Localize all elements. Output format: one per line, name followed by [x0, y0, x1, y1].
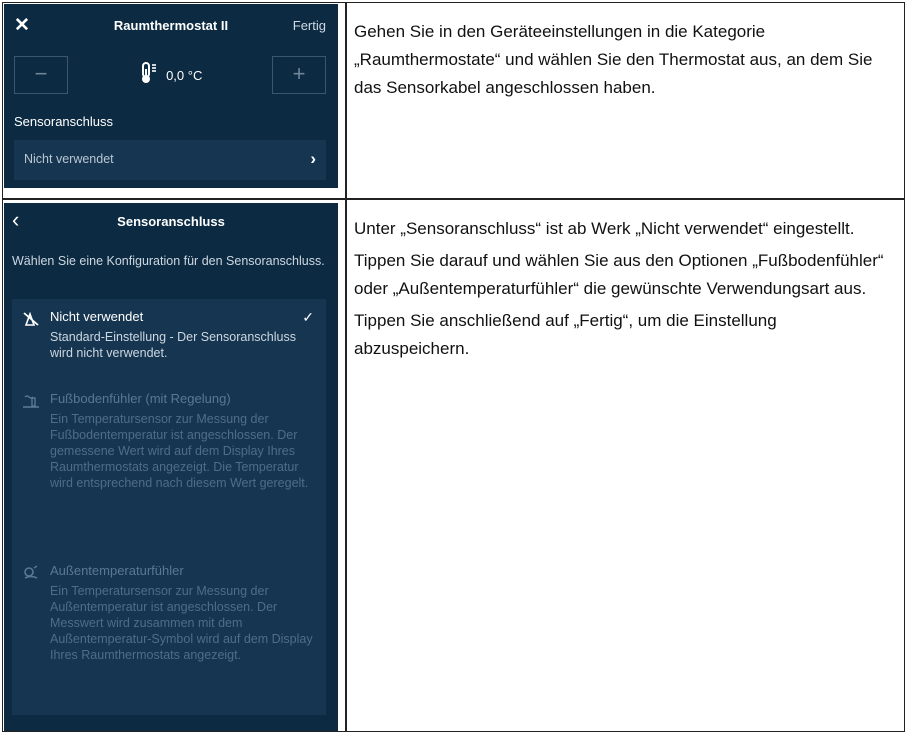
sensor-connection-screen: ‹ Sensoranschluss Wählen Sie eine Konfig…: [4, 203, 338, 731]
temperature-value: 0,0 °C: [166, 68, 203, 83]
column-divider: [345, 3, 347, 731]
header: ✕ Raumthermostat II Fertig: [4, 4, 338, 48]
chevron-right-icon: ›: [310, 149, 316, 168]
thermostat-settings-screen: ✕ Raumthermostat II Fertig − 0,0 °C + Se…: [4, 4, 338, 188]
instruction-step-2: Unter „Sensoranschluss“ ist ab Werk „Nic…: [354, 215, 894, 367]
option-title: Außentemperaturfühler: [50, 563, 184, 578]
thermometer-icon: [140, 62, 158, 89]
option-description: Standard-Einstellung - Der Sensoranschlu…: [50, 330, 296, 360]
screen-title: Sensoranschluss: [117, 214, 225, 229]
done-button[interactable]: Fertig: [293, 18, 326, 33]
option-title: Nicht verwendet: [50, 309, 144, 324]
sensor-connection-row[interactable]: Nicht verwendet ›: [14, 140, 326, 180]
instruction-step-1: Gehen Sie in den Geräteeinstellungen in …: [354, 18, 894, 106]
floor-sensor-icon: [22, 393, 40, 414]
option-title: Fußbodenfühler (mit Regelung): [50, 391, 231, 406]
checkmark-icon: ✓: [302, 309, 314, 325]
option-outdoor-sensor[interactable]: Außentemperaturfühler Ein Temperatursens…: [12, 563, 326, 713]
instruction-text: Gehen Sie in den Geräteeinstellungen in …: [354, 22, 873, 97]
instruction-text: Unter „Sensoranschluss“ ist ab Werk „Nic…: [354, 219, 855, 238]
increase-button[interactable]: +: [272, 56, 326, 94]
row-divider: [3, 198, 904, 200]
instruction-text: Tippen Sie anschließend auf „Fertig“, um…: [354, 311, 777, 358]
outdoor-sensor-icon: [22, 565, 40, 586]
option-not-used[interactable]: Nicht verwendet ✓ Standard-Einstellung -…: [12, 309, 326, 379]
not-used-icon: [22, 311, 40, 332]
instruction-text: Tippen Sie darauf und wählen Sie aus den…: [354, 251, 884, 298]
section-label: Sensoranschluss: [14, 114, 113, 129]
intro-text: Wählen Sie eine Konfiguration für den Se…: [12, 254, 325, 268]
option-description: Ein Temperatursensor zur Messung der Fuß…: [50, 412, 309, 490]
options-list: Nicht verwendet ✓ Standard-Einstellung -…: [12, 299, 326, 715]
sensor-connection-value: Nicht verwendet: [24, 152, 114, 166]
option-description: Ein Temperatursensor zur Messung der Auß…: [50, 584, 313, 662]
option-floor-sensor[interactable]: Fußbodenfühler (mit Regelung) Ein Temper…: [12, 391, 326, 551]
screen-title: Raumthermostat II: [113, 18, 229, 33]
